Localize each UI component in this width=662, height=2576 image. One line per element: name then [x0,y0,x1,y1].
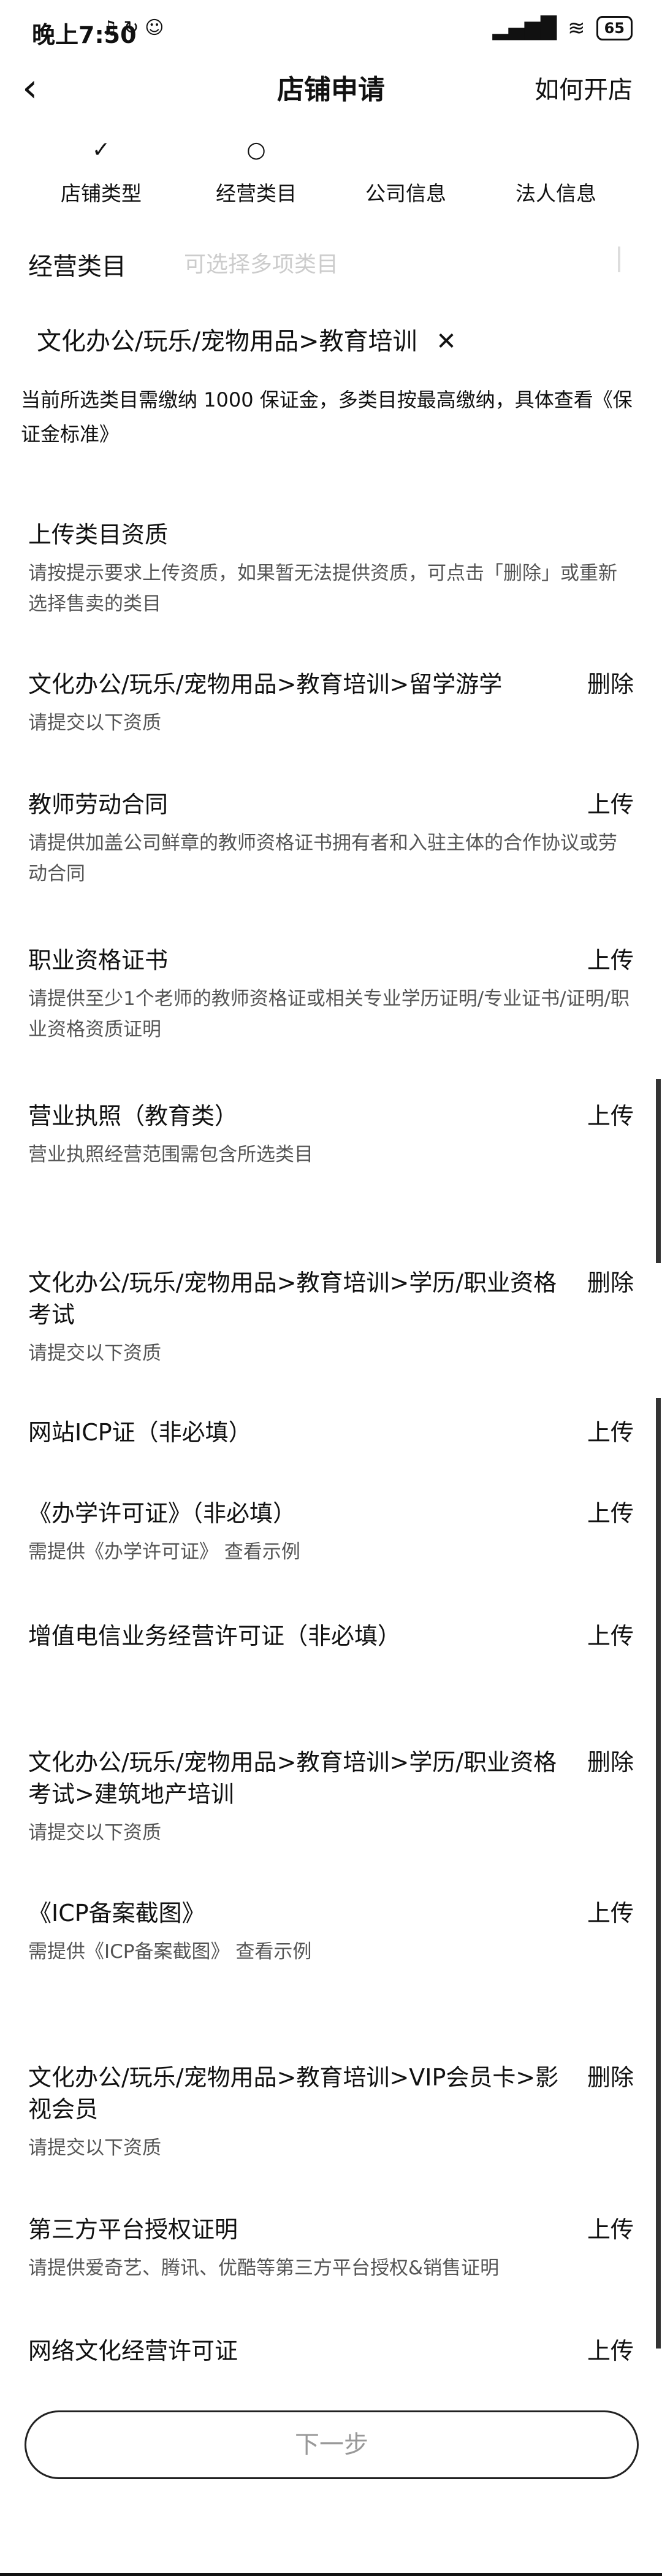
category-label: 经营类目 [28,253,126,281]
item-title: 《ICP备案截图》 [28,1900,205,1927]
item-title: 教师劳动合同 [28,791,169,818]
item-desc: 营业执照经营范围需包含所选类目 [28,1144,313,1166]
scroll-indicator [656,1398,661,1717]
item-title: 第三方平台授权证明 [28,2216,238,2243]
step-category[interactable]: ○ 经营类目 [173,132,339,207]
deposit-notice: 当前所选类目需缴纳 1000 保证金，多类目按最高缴纳，具体查看《保证金标准》 [21,388,633,446]
upload-button[interactable]: 上传 [587,1620,634,1652]
battery-icon: 65 [596,16,633,40]
delete-button[interactable]: 删除 [587,1267,634,1299]
step-label: 法人信息 [516,182,596,205]
item-title: 职业资格证书 [28,947,169,974]
current-step-dot-icon: ○ [246,137,266,162]
upload-title: 上传类目资质 [28,521,169,548]
upload-desc: 请按提示要求上传资质，如果暂无法提供资质，可点击「删除」或重新选择售卖的类目 [28,562,617,615]
item-title: 营业执照（教育类） [28,1103,238,1129]
group-hint: 请提交以下资质 [28,2137,161,2159]
signal-icon: ▂▄▆█ [492,16,557,40]
input-cursor [618,247,620,272]
scroll-indicator [656,1717,661,2349]
status-right: ▂▄▆█ ≋ 65 [493,16,633,40]
item-desc: 需提供《办学许可证》 查看示例 [28,1541,300,1563]
group-title: 文化办公/玩乐/宠物用品>教育培训>学历/职业资格考试>建筑地产培训 [28,1749,557,1808]
selected-category-text: 文化办公/玩乐/宠物用品>教育培训 [37,327,417,356]
step-legal[interactable]: 法人信息 [473,132,639,207]
close-icon[interactable]: ✕ [436,327,457,356]
step-label: 经营类目 [216,182,297,205]
item-title: 网站ICP证（非必填） [28,1419,252,1446]
how-to-open-link[interactable]: 如何开店 [535,70,633,105]
group-hint: 请提交以下资质 [28,712,161,734]
item-title: 网络文化经营许可证 [28,2337,238,2364]
item-desc: 请提供爱奇艺、腾讯、优酷等第三方平台授权&销售证明 [28,2257,500,2279]
group-title: 文化办公/玩乐/宠物用品>教育培训>留学游学 [28,671,503,698]
group-title: 文化办公/玩乐/宠物用品>教育培训>学历/职业资格考试 [28,1269,557,1328]
step-company[interactable]: 公司信息 [323,132,489,207]
wifi-icon: ≋ [568,16,585,40]
step-indicator: ✓ 店铺类型 ○ 经营类目 公司信息 法人信息 [0,132,662,218]
item-desc: 请提供加盖公司鲜章的教师资格证书拥有者和入驻主体的合作协议或劳动合同 [28,832,617,885]
group-hint: 请提交以下资质 [28,1342,161,1364]
step-shop-type[interactable]: ✓ 店铺类型 [18,132,184,207]
item-title: 增值电信业务经营许可证（非必填） [28,1622,401,1649]
step-label: 店铺类型 [61,182,142,205]
upload-button[interactable]: 上传 [587,944,634,976]
selected-category-chip: 文化办公/玩乐/宠物用品>教育培训 ✕ [37,321,457,357]
next-step-button[interactable]: 下一步 [25,2410,639,2479]
item-desc: 请提供至少1个老师的教师资格证或相关专业学历证明/专业证书/证明/职业资格资质证… [28,988,630,1041]
scroll-indicator [656,1079,661,1263]
upload-button[interactable]: 上传 [587,1100,634,1132]
upload-button[interactable]: 上传 [587,1497,634,1529]
item-title: 《办学许可证》（非必填） [28,1500,297,1527]
item-desc: 需提供《ICP备案截图》 查看示例 [28,1941,312,1963]
group-title: 文化办公/玩乐/宠物用品>教育培训>VIP会员卡>影视会员 [28,2064,559,2123]
status-icons: ♫ ↻ ☺ [101,17,164,39]
status-bar: 晚上7:50 ♫ ↻ ☺ ▂▄▆█ ≋ 65 [0,0,662,61]
category-select-input[interactable]: 可选择多项类目 [184,247,338,278]
group-hint: 请提交以下资质 [28,1822,161,1844]
home-indicator [0,2573,662,2576]
delete-button[interactable]: 删除 [587,1746,634,1778]
delete-button[interactable]: 删除 [587,2062,634,2093]
delete-button[interactable]: 删除 [587,668,634,700]
upload-button[interactable]: 上传 [587,2335,634,2367]
check-circle-icon: ✓ [91,137,111,162]
upload-button[interactable]: 上传 [587,1416,634,1448]
upload-button[interactable]: 上传 [587,789,634,820]
step-empty-icon [323,132,489,169]
upload-button[interactable]: 上传 [587,2214,634,2245]
step-empty-icon [473,132,639,169]
upload-button[interactable]: 上传 [587,1897,634,1929]
step-label: 公司信息 [365,182,446,205]
